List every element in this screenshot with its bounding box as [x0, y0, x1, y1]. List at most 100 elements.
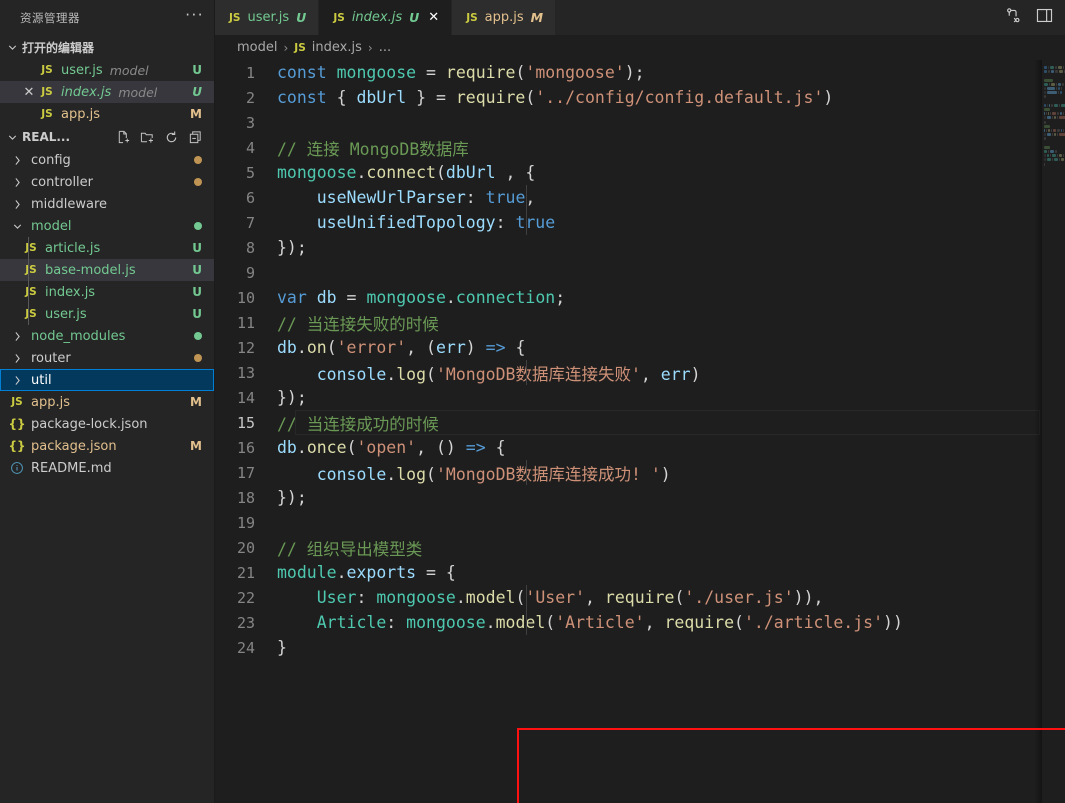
code-line[interactable]: 17 console.log('MongoDB数据库连接成功! ') — [215, 460, 1065, 485]
code-line[interactable]: 4 // 连接 MongoDB数据库 — [215, 135, 1065, 160]
tree-folder-item[interactable]: config — [0, 149, 214, 171]
vscode-window: 资源管理器 ··· 打开的编辑器 JS user.js model U ✕ JS index… — [0, 0, 1065, 803]
tree-folder-item[interactable]: model — [0, 215, 214, 237]
code-line[interactable]: 21 module.exports = { — [215, 560, 1065, 585]
code-line[interactable]: 14}); — [215, 385, 1065, 410]
code-line[interactable]: 24} — [215, 635, 1065, 660]
tree-folder-item[interactable]: router — [0, 347, 214, 369]
code-line[interactable]: 8}); — [215, 235, 1065, 260]
tree-item-label: controller — [31, 174, 94, 190]
minimap-token — [1044, 82, 1048, 86]
breadcrumb-symbol[interactable]: ... — [379, 40, 391, 55]
code-line[interactable]: 10 var db = mongoose.connection; — [215, 285, 1065, 310]
code-line[interactable]: 7 useUnifiedTopology: true — [215, 210, 1065, 235]
minimap-token — [1052, 116, 1053, 120]
js-file-icon: JS — [229, 11, 241, 24]
minimap[interactable] — [1042, 60, 1065, 803]
line-content: module.exports = { — [277, 563, 456, 582]
close-icon[interactable]: ✕ — [428, 10, 439, 25]
tab-label: app.js — [484, 10, 524, 25]
code-line[interactable]: 18}); — [215, 485, 1065, 510]
code-line[interactable]: 2 const { dbUrl } = require('../config/co… — [215, 85, 1065, 110]
code-line[interactable]: 20 // 组织导出模型类 — [215, 535, 1065, 560]
tree-folder-item[interactable]: controller — [0, 171, 214, 193]
minimap-token — [1052, 154, 1056, 158]
tree-file-item[interactable]: JS index.js U — [0, 281, 214, 303]
code-line[interactable]: 16 db.once('open', () => { — [215, 435, 1065, 460]
minimap-token — [1058, 91, 1059, 95]
layout-panel-icon[interactable] — [1036, 7, 1053, 28]
breadcrumb-file[interactable]: index.js — [312, 40, 362, 55]
line-content: const { dbUrl } = require('../config/con… — [277, 88, 834, 107]
code-line[interactable]: 19 — [215, 510, 1065, 535]
line-content: db.on('error', (err) => { — [277, 338, 526, 357]
code-line[interactable]: 12 db.on('error', (err) => { — [215, 335, 1065, 360]
minimap-token — [1044, 70, 1047, 74]
code-line[interactable]: 6 useNewUrlParser: true, — [215, 185, 1065, 210]
project-name-label: REAL... — [22, 130, 71, 144]
open-editor-item[interactable]: ✕ JS index.js model U — [0, 81, 214, 103]
tree-item-label: index.js — [45, 284, 96, 300]
js-file-icon: JS — [25, 286, 37, 298]
line-number: 1 — [245, 63, 255, 82]
tree-file-item[interactable]: README.md — [0, 457, 214, 479]
collapse-all-icon[interactable] — [187, 129, 204, 146]
tree-file-item[interactable]: {} package.json M — [0, 435, 214, 457]
code-line[interactable]: 15 // 当连接成功的时候 — [215, 410, 1065, 435]
more-actions-icon[interactable]: ··· — [185, 7, 204, 26]
tree-item-label: package.json — [31, 438, 117, 454]
tree-file-item[interactable]: JS base-model.js U — [0, 259, 214, 281]
new-file-icon[interactable] — [115, 129, 132, 146]
open-editor-name: user.js — [61, 62, 103, 78]
open-editor-item[interactable]: JS app.js M — [0, 103, 214, 125]
minimap-token — [1058, 66, 1062, 69]
line-number: 15 — [236, 413, 255, 432]
code-line[interactable]: 22 User: mongoose.model('User', require(… — [215, 585, 1065, 610]
code-line[interactable]: 23 Article: mongoose.model('Article', re… — [215, 610, 1065, 635]
line-content: User: mongoose.model('User', require('./… — [316, 588, 824, 607]
tree-folder-item[interactable]: node_modules — [0, 325, 214, 347]
new-folder-icon[interactable] — [139, 129, 156, 146]
project-header[interactable]: REAL... — [0, 125, 214, 149]
code-line[interactable]: 9 — [215, 260, 1065, 285]
minimap-token — [1054, 158, 1058, 162]
breadcrumb-folder[interactable]: model — [237, 40, 277, 55]
close-icon[interactable]: ✕ — [20, 85, 38, 100]
minimap-token — [1051, 103, 1053, 107]
minimap-token — [1050, 150, 1054, 153]
code-line[interactable]: 13 console.log('MongoDB数据库连接失败', err) — [215, 360, 1065, 385]
tree-file-item[interactable]: {} package-lock.json — [0, 413, 214, 435]
open-editors-header[interactable]: 打开的编辑器 — [0, 35, 214, 59]
open-editor-item[interactable]: JS user.js model U — [0, 59, 214, 81]
project-action-bar — [115, 129, 214, 146]
open-editor-name: index.js — [61, 84, 112, 100]
chevron-right-icon — [8, 154, 26, 167]
chevron-right-icon — [8, 330, 26, 343]
split-editor-icon[interactable] — [1005, 7, 1022, 28]
minimap-token — [1044, 66, 1047, 69]
minimap-token — [1046, 129, 1047, 132]
tree-file-item[interactable]: JS app.js M — [0, 391, 214, 413]
code-editor[interactable]: 1 const mongoose = require('mongoose'); 2 c… — [215, 60, 1065, 803]
minimap-token — [1044, 137, 1046, 141]
minimap-token — [1051, 82, 1055, 86]
tree-file-item[interactable]: JS article.js U — [0, 237, 214, 259]
editor-tab[interactable]: JS user.js U — [215, 0, 320, 35]
tree-folder-item[interactable]: util — [0, 369, 214, 391]
tree-folder-item[interactable]: middleware — [0, 193, 214, 215]
code-line[interactable]: 5 mongoose.connect(dbUrl , { — [215, 160, 1065, 185]
line-content: mongoose.connect(dbUrl , { — [277, 163, 536, 182]
line-content: Article: mongoose.model('Article', requi… — [316, 613, 903, 632]
open-editor-name: app.js — [61, 106, 100, 122]
minimap-token — [1058, 82, 1061, 86]
minimap-token — [1059, 133, 1065, 137]
code-line[interactable]: 11 // 当连接失败的时候 — [215, 310, 1065, 335]
refresh-icon[interactable] — [163, 129, 180, 146]
tree-file-item[interactable]: JS user.js U — [0, 303, 214, 325]
explorer-sidebar: 资源管理器 ··· 打开的编辑器 JS user.js model U ✕ JS index… — [0, 0, 215, 803]
line-content: }); — [277, 238, 307, 257]
code-line[interactable]: 3 — [215, 110, 1065, 135]
code-line[interactable]: 1 const mongoose = require('mongoose'); — [215, 60, 1065, 85]
editor-tab[interactable]: JS index.js U ✕ — [319, 0, 453, 35]
editor-tab[interactable]: JS app.js M — [452, 0, 557, 35]
